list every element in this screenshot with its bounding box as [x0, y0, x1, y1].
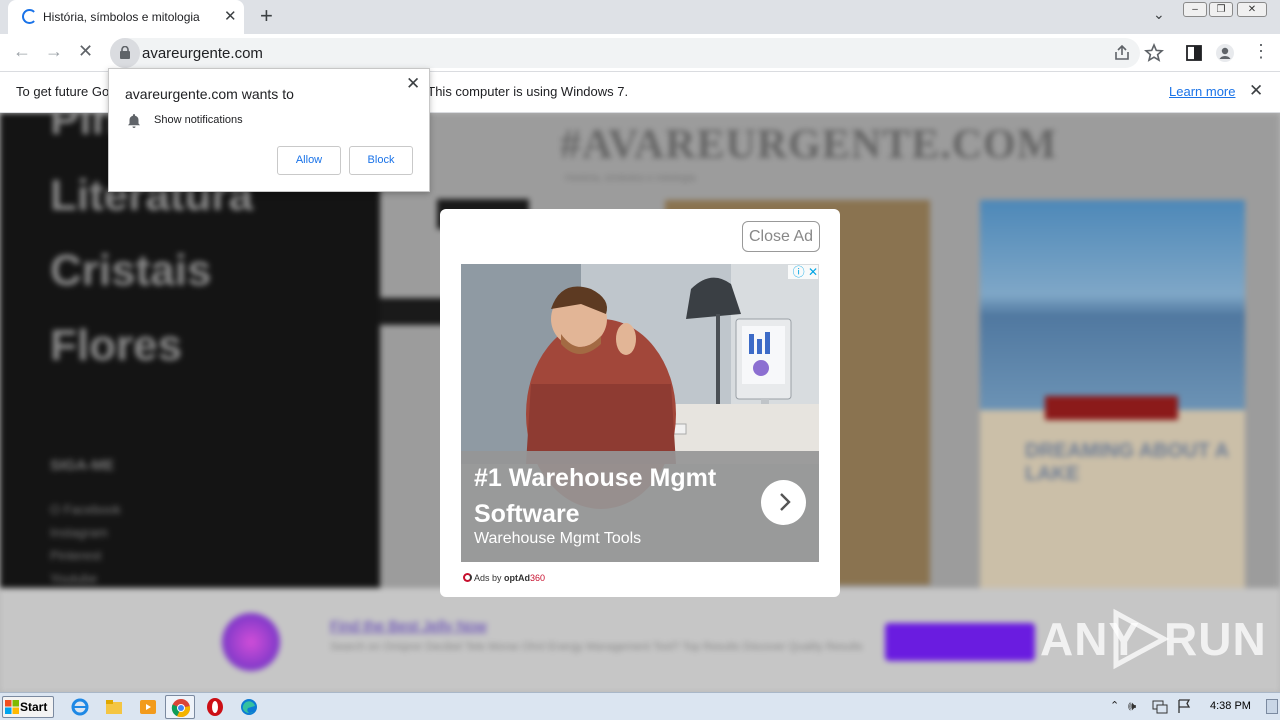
- block-button[interactable]: Block: [349, 146, 413, 175]
- side-panel-icon[interactable]: [1184, 43, 1204, 63]
- adchoices-icon[interactable]: ⓘ ✕: [788, 265, 818, 279]
- profile-avatar-icon[interactable]: [1215, 43, 1235, 63]
- windows-taskbar: Start ⌃ 🕪 4:38 PM: [0, 692, 1280, 720]
- ads-brand: optAd: [504, 573, 531, 583]
- start-button[interactable]: Start: [2, 696, 54, 718]
- bookmark-star-icon[interactable]: [1144, 43, 1164, 63]
- chrome-icon: [171, 699, 191, 718]
- social-link[interactable]: O Facebook: [50, 502, 121, 517]
- infobar-close-icon[interactable]: ✕: [1249, 81, 1263, 101]
- permission-label: Show notifications: [154, 114, 243, 126]
- menu-item[interactable]: Flores: [50, 321, 182, 371]
- action-center-flag-icon[interactable]: [1176, 698, 1192, 714]
- loading-spinner-icon: [22, 9, 37, 24]
- play-logo-icon: [1113, 608, 1170, 670]
- learn-more-link[interactable]: Learn more: [1169, 84, 1235, 99]
- network-icon[interactable]: [1152, 699, 1168, 714]
- notification-permission-prompt: avareurgente.com wants to ✕ Show notific…: [108, 68, 430, 192]
- start-label: Start: [20, 700, 48, 714]
- ad-headline: #1 Warehouse Mgmt Software: [474, 464, 717, 528]
- bell-icon: [128, 114, 140, 128]
- chrome-taskbar-button[interactable]: [165, 695, 195, 719]
- close-ad-button[interactable]: Close Ad: [742, 221, 820, 252]
- allow-button[interactable]: Allow: [277, 146, 341, 175]
- bottom-ad-title[interactable]: Find the Best Jelly Now: [330, 618, 487, 635]
- ad-subline: Warehouse Mgmt Tools: [474, 530, 642, 547]
- minimize-button[interactable]: –: [1183, 2, 1207, 17]
- ad-creative[interactable]: ⓘ ✕ #1 Warehouse Mgmt Software Warehouse…: [461, 264, 819, 562]
- tab-strip: História, símbolos e mitologia ✕ + ⌄ – ❐…: [0, 0, 1280, 34]
- lake-banner: [1045, 396, 1178, 420]
- site-subtitle: História, símbolos e mitologia: [565, 173, 696, 184]
- social-link[interactable]: Youtube: [50, 571, 97, 586]
- lake-image[interactable]: [980, 200, 1245, 410]
- ad-next-button[interactable]: [761, 480, 806, 525]
- new-tab-button[interactable]: +: [260, 3, 273, 29]
- address-bar[interactable]: avareurgente.com: [110, 38, 1140, 68]
- lake-heading: DREAMING ABOUT A LAKE: [1025, 440, 1229, 485]
- ads-by-attribution[interactable]: Ads by optAd360: [463, 573, 545, 583]
- file-explorer-icon[interactable]: [104, 697, 124, 717]
- social-link[interactable]: Pinterest: [50, 548, 101, 563]
- volume-icon[interactable]: 🕪: [1128, 698, 1136, 714]
- site-info-button[interactable]: [110, 38, 140, 68]
- restore-button[interactable]: ❐: [1209, 2, 1233, 17]
- browser-toolbar: ← → ✕ avareurgente.com ⋮: [0, 34, 1280, 72]
- edge-icon[interactable]: [239, 697, 259, 717]
- clock[interactable]: 4:38 PM: [1210, 700, 1251, 712]
- ads-by-label: Ads by: [474, 573, 502, 583]
- bottom-ad-button[interactable]: [885, 623, 1035, 661]
- ad-caption: #1 Warehouse Mgmt Software Warehouse Mgm…: [461, 451, 819, 562]
- chevron-right-icon: [780, 493, 791, 511]
- tab-title: História, símbolos e mitologia: [43, 10, 200, 24]
- ad-modal: Close Ad ⓘ ✕ #1 Warehouse Mgmt Software …: [440, 209, 840, 597]
- site-title: #AVAREURGENTE.COM: [560, 122, 1058, 168]
- menu-item[interactable]: Cristais: [50, 246, 211, 296]
- bottom-ad-description: Search on Oniqnor Decibel Tele Morse Ohn…: [330, 641, 863, 653]
- forward-arrow-icon[interactable]: →: [45, 41, 63, 62]
- tab-active[interactable]: História, símbolos e mitologia ✕: [8, 0, 244, 34]
- watermark-text-right: RUN: [1164, 613, 1267, 665]
- internet-explorer-icon[interactable]: [70, 697, 90, 717]
- back-arrow-icon[interactable]: ←: [13, 41, 31, 62]
- optad-logo-icon: [463, 573, 472, 582]
- kebab-menu-icon[interactable]: ⋮: [1252, 41, 1270, 62]
- prompt-title: avareurgente.com wants to: [125, 86, 294, 102]
- social-link[interactable]: Instagram: [50, 525, 108, 540]
- share-icon[interactable]: [1112, 43, 1132, 63]
- follow-heading: SIGA-ME: [50, 457, 115, 474]
- system-tray: ⌃ 🕪 4:38 PM: [1104, 693, 1280, 721]
- close-window-button[interactable]: ✕: [1237, 2, 1267, 17]
- stop-loading-icon[interactable]: ✕: [78, 41, 93, 62]
- lake-card: [980, 410, 1245, 588]
- tray-expand-icon[interactable]: ⌃: [1110, 699, 1119, 712]
- ad-logo[interactable]: [222, 613, 280, 671]
- ads-brand-num: 360: [530, 573, 546, 583]
- tab-close-icon[interactable]: ✕: [224, 7, 237, 25]
- opera-icon[interactable]: [205, 697, 225, 717]
- lock-icon: [120, 46, 130, 59]
- tab-search-chevron-icon[interactable]: ⌄: [1153, 6, 1165, 23]
- media-player-icon[interactable]: [138, 697, 158, 717]
- show-desktop-button[interactable]: [1266, 699, 1278, 714]
- windows-logo-icon: [5, 700, 19, 714]
- anyrun-watermark: ANY RUN: [1040, 604, 1266, 674]
- prompt-close-icon[interactable]: ✕: [406, 74, 420, 94]
- url-text: avareurgente.com: [142, 45, 263, 62]
